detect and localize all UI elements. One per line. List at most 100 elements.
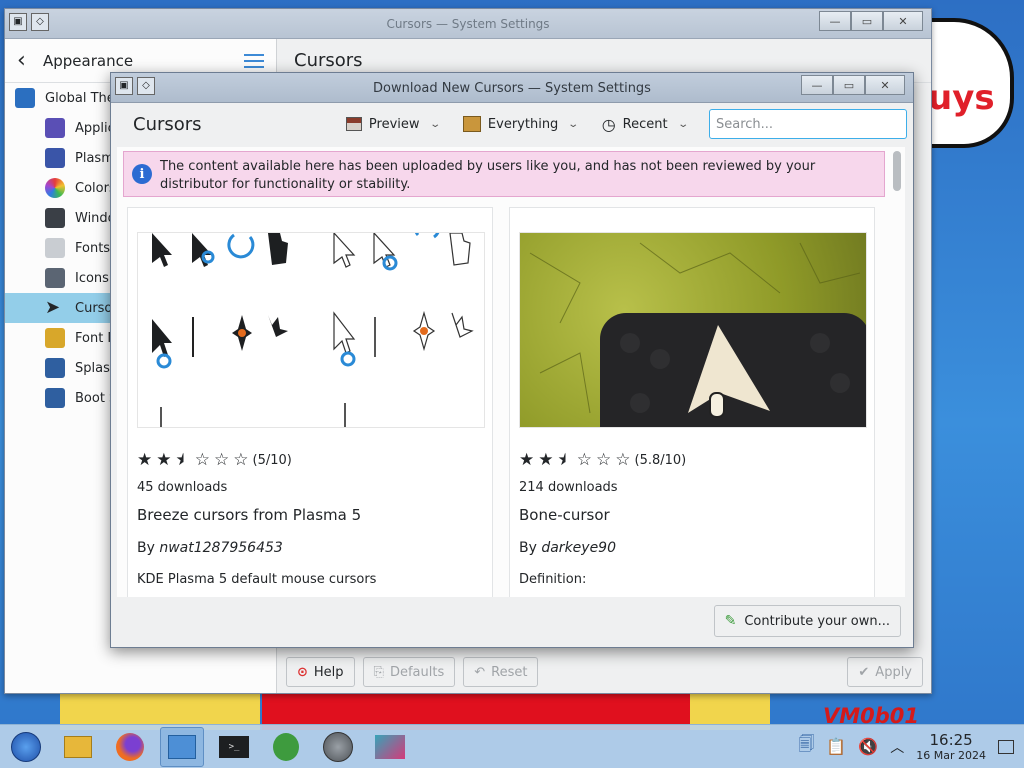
content-card[interactable]: ★ ★ ★ ☆ ☆ ☆ (5.8/10) 214 downloads Bone-…	[509, 207, 875, 597]
content-warning-banner: i The content available here has been up…	[123, 151, 885, 197]
rating: ★ ★ ★ ☆ ☆ ☆ (5/10)	[137, 452, 292, 469]
dialog-title: Download New Cursors — System Settings	[373, 81, 651, 96]
content-description: Definition:	[519, 572, 587, 587]
star-empty-icon: ☆	[576, 450, 592, 470]
window-titlebar[interactable]: ▣ ◇ Cursors — System Settings — ▭ ✕	[5, 9, 931, 39]
wallpaper-bubble-text: uys	[928, 78, 995, 118]
star-empty-icon: ☆	[233, 450, 249, 470]
star-empty-icon: ☆	[214, 450, 230, 470]
defaults-label: Defaults	[389, 664, 445, 680]
settings-footer: ⊙ Help ⎘ Defaults ↶ Reset ✔ Apply	[278, 649, 931, 695]
content-author: By darkeye90	[519, 540, 616, 556]
taskbar-firefox[interactable]	[108, 727, 152, 767]
search-input[interactable]	[709, 109, 907, 139]
clock-icon: ◷	[601, 114, 616, 134]
font-management-icon	[45, 328, 65, 348]
category-filter-button[interactable]: Everything ⌄	[453, 109, 588, 139]
content-title[interactable]: Breeze cursors from Plasma 5	[137, 506, 361, 524]
start-menu-button[interactable]	[4, 727, 48, 767]
taskbar: >_ 🗐 📋 🔇 ︿ 16:25 16 Mar 2024	[0, 724, 1024, 768]
star-full-icon: ★	[156, 450, 172, 470]
sidebar-item-label: Icons	[75, 270, 109, 286]
author-prefix: By	[137, 540, 155, 556]
bone-cursor-preview	[529, 242, 866, 427]
digital-clock[interactable]: 16:25 16 Mar 2024	[916, 730, 986, 762]
sidebar-item-label: Fonts	[75, 240, 111, 256]
defaults-icon: ⎘	[373, 664, 384, 680]
defaults-button[interactable]: ⎘ Defaults	[362, 657, 456, 687]
help-button[interactable]: ⊙ Help	[286, 657, 355, 687]
package-icon	[462, 116, 481, 132]
boot-splash-icon	[45, 388, 65, 408]
star-half-icon: ★	[175, 450, 191, 470]
dialog-toolbar: Cursors Preview ⌄ Everything ⌄ ◷ Recent …	[111, 103, 913, 145]
star-full-icon: ★	[137, 450, 153, 470]
maximize-button[interactable]: ▭	[851, 11, 883, 31]
preview-thumbnail[interactable]	[519, 232, 867, 428]
category-label: Everything	[487, 116, 559, 132]
kde-connect-icon	[273, 732, 299, 761]
system-tray: 🗐 📋 🔇 ︿ 16:25 16 Mar 2024	[798, 730, 1024, 762]
apply-button[interactable]: ✔ Apply	[847, 657, 923, 687]
contribute-button[interactable]: ✎ Contribute your own...	[713, 605, 901, 637]
upload-icon: ✎	[724, 613, 737, 629]
taskbar-kde-connect[interactable]	[264, 727, 308, 767]
terminal-icon: >_	[219, 735, 249, 758]
download-new-cursors-dialog: ▣ ◇ Download New Cursors — System Settin…	[110, 72, 914, 648]
author-name[interactable]: nwat1287956453	[159, 540, 282, 556]
chevron-up-icon[interactable]: ︿	[890, 737, 904, 757]
checkmark-icon: ✔	[858, 664, 870, 680]
breeze-cursors-preview	[152, 233, 474, 427]
author-prefix: By	[519, 540, 537, 556]
splash-screen-icon	[45, 358, 65, 378]
plasma-style-icon	[45, 148, 65, 168]
content-list[interactable]: i The content available here has been up…	[117, 147, 905, 597]
sort-order-button[interactable]: ◷ Recent ⌄	[592, 109, 697, 139]
firefox-icon	[116, 732, 144, 761]
notifications-icon[interactable]: 🗐	[798, 733, 814, 760]
taskbar-terminal[interactable]: >_	[212, 727, 256, 767]
sort-label: Recent	[622, 116, 668, 132]
close-button[interactable]: ✕	[865, 75, 905, 95]
start-menu-icon	[11, 731, 41, 762]
minimize-button[interactable]: —	[819, 11, 851, 31]
content-author: By nwat1287956453	[137, 540, 283, 556]
cursor-icon: ➤	[45, 297, 61, 318]
reset-button[interactable]: ↶ Reset	[463, 657, 539, 687]
colors-icon	[45, 178, 65, 198]
show-desktop-icon[interactable]	[998, 739, 1014, 754]
preview-icon	[345, 117, 362, 131]
taskbar-system-settings[interactable]	[160, 726, 204, 767]
rating: ★ ★ ★ ☆ ☆ ☆ (5.8/10)	[519, 452, 686, 469]
scrollbar[interactable]	[893, 151, 901, 191]
taskbar-clock-app[interactable]	[316, 727, 360, 767]
application-style-icon	[45, 118, 65, 138]
content-card[interactable]: ★ ★ ★ ☆ ☆ ☆ (5/10) 45 downloads Breeze c…	[127, 207, 493, 597]
dialog-titlebar[interactable]: ▣ ◇ Download New Cursors — System Settin…	[111, 73, 913, 103]
preview-thumbnail[interactable]	[137, 232, 485, 428]
back-arrow-icon[interactable]: ‹	[17, 48, 33, 73]
discover-icon	[375, 734, 405, 759]
content-description: KDE Plasma 5 default mouse cursors	[137, 572, 377, 587]
preview-view-button[interactable]: Preview ⌄	[336, 109, 449, 139]
clock-time: 16:25	[929, 730, 973, 749]
author-name[interactable]: darkeye90	[541, 540, 616, 556]
clipboard-icon[interactable]: 📋	[826, 737, 846, 756]
taskbar-file-manager[interactable]	[56, 727, 100, 767]
close-button[interactable]: ✕	[883, 11, 923, 31]
rating-text: (5.8/10)	[634, 453, 687, 468]
minimize-button[interactable]: —	[801, 75, 833, 95]
hamburger-menu-icon[interactable]	[244, 53, 264, 68]
help-label: Help	[313, 664, 344, 680]
content-title[interactable]: Bone-cursor	[519, 506, 610, 524]
star-empty-icon: ☆	[615, 450, 631, 470]
reset-label: Reset	[491, 664, 528, 680]
clock-date: 16 Mar 2024	[916, 748, 986, 762]
system-settings-icon	[168, 734, 196, 759]
taskbar-discover[interactable]	[368, 727, 412, 767]
clock-app-icon	[323, 731, 353, 762]
dialog-heading: Cursors	[133, 113, 202, 135]
maximize-button[interactable]: ▭	[833, 75, 865, 95]
volume-muted-icon[interactable]: 🔇	[858, 737, 878, 756]
reset-icon: ↶	[474, 664, 486, 680]
